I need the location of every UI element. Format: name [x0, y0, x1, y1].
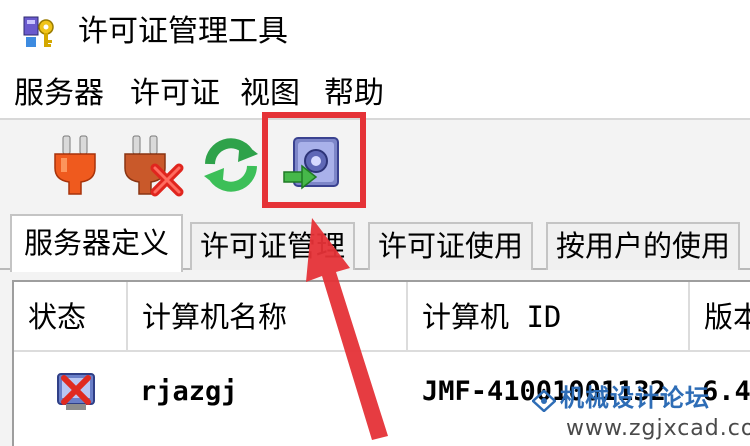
refresh-icon: [200, 134, 262, 196]
watermark-text: 机械设计论坛: [560, 383, 710, 412]
refresh-button[interactable]: [196, 128, 266, 202]
tab-license-usage[interactable]: 许可证使用: [368, 222, 534, 270]
plug-icon: [45, 132, 105, 198]
plug-remove-icon: [121, 132, 185, 198]
window-title: 许可证管理工具: [78, 14, 288, 49]
menu-help[interactable]: 帮助: [324, 74, 384, 114]
watermark-logo-icon: [531, 389, 557, 413]
column-header-status[interactable]: 状态: [14, 282, 128, 352]
column-header-computer-id[interactable]: 计算机 ID: [408, 282, 690, 352]
watermark-url: www.zgjxcad.com: [566, 416, 750, 441]
menu-view[interactable]: 视图: [240, 74, 300, 114]
menu-license[interactable]: 许可证: [130, 74, 220, 114]
tab-usage-by-user[interactable]: 按用户的使用: [546, 222, 741, 270]
highlight-box: [262, 112, 366, 208]
title-bar: 许可证管理工具: [0, 0, 750, 64]
menu-bar: 服务器 许可证 视图 帮助: [0, 64, 750, 118]
cell-computer-name: rjazgj: [140, 376, 238, 407]
disconnect-server-button[interactable]: [118, 128, 188, 202]
license-tool-icon: [22, 13, 58, 49]
table-header: 状态 计算机名称 计算机 ID 版本: [14, 282, 750, 352]
tab-license-management[interactable]: 许可证管理: [190, 222, 356, 270]
tab-strip: 服务器定义 许可证管理 许可证使用 按用户的使用: [0, 210, 750, 272]
toolbar: [0, 118, 750, 210]
column-header-computer-name[interactable]: 计算机名称: [128, 282, 408, 352]
menu-server[interactable]: 服务器: [14, 74, 104, 114]
server-error-icon: [54, 370, 98, 414]
column-header-version[interactable]: 版本: [690, 282, 750, 352]
tab-server-definition[interactable]: 服务器定义: [10, 214, 184, 272]
connect-server-button[interactable]: [40, 128, 110, 202]
